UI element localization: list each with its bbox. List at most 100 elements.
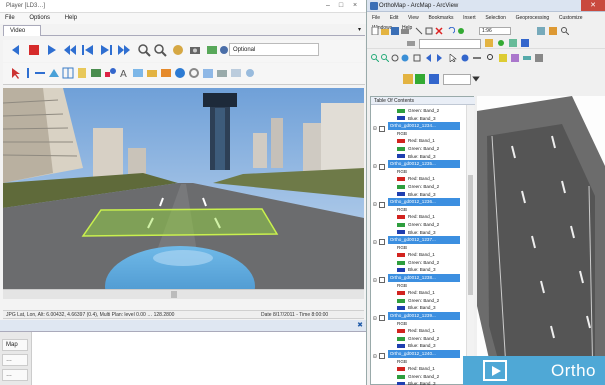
- search-icon[interactable]: [561, 27, 569, 35]
- toc-band-item[interactable]: Green: Band_2: [373, 183, 465, 191]
- forward-icon[interactable]: [435, 54, 443, 62]
- side-button-2[interactable]: …: [2, 354, 28, 366]
- catalog-icon[interactable]: [549, 27, 557, 35]
- document-icon[interactable]: [75, 66, 89, 80]
- area-measure-icon[interactable]: [47, 66, 61, 80]
- toc-band-item[interactable]: Blue: Band_3: [373, 153, 465, 161]
- pan-icon[interactable]: [391, 54, 399, 62]
- menu-item-geoprocessing[interactable]: Geoprocessing: [516, 15, 550, 21]
- undo-icon[interactable]: [447, 27, 455, 35]
- find-icon[interactable]: [487, 54, 495, 62]
- menu-item-insert[interactable]: Insert: [463, 15, 476, 21]
- menu-item-bookmarks[interactable]: Bookmarks: [428, 15, 453, 21]
- toc-band-item[interactable]: Red: Band_1: [373, 137, 465, 145]
- zoom-out-icon[interactable]: [381, 54, 389, 62]
- folder-icon[interactable]: [145, 66, 159, 80]
- stop-icon[interactable]: [27, 43, 41, 57]
- toc-text-item[interactable]: RGB: [373, 168, 465, 176]
- close-icon[interactable]: ×: [350, 2, 360, 10]
- help-icon[interactable]: [243, 66, 257, 80]
- menu-item-file[interactable]: File: [372, 15, 380, 21]
- measure-icon[interactable]: [473, 54, 481, 62]
- side-button-map[interactable]: Map: [2, 339, 28, 351]
- photo-icon[interactable]: [229, 66, 243, 80]
- layer-label[interactable]: Ortho_gd0012_1239...: [387, 312, 460, 320]
- fast-forward-icon[interactable]: [117, 43, 131, 57]
- image-icon[interactable]: [131, 66, 145, 80]
- next-frame-icon[interactable]: [99, 43, 113, 57]
- chevron-down-icon[interactable]: [471, 74, 481, 84]
- layer-label[interactable]: Ortho_gd0012_1240...: [387, 350, 460, 358]
- layer-label[interactable]: Ortho_gd0012_1237...: [387, 236, 460, 244]
- select-icon[interactable]: [449, 54, 457, 62]
- menu-item-options[interactable]: Options: [29, 15, 50, 21]
- draw-rect-icon[interactable]: [415, 74, 425, 84]
- shapes-icon[interactable]: [103, 66, 117, 80]
- zoom-in-icon[interactable]: [371, 54, 379, 62]
- hyperlink-icon[interactable]: [499, 54, 507, 62]
- camera-settings-icon[interactable]: [215, 66, 229, 80]
- timeline-scrollbar[interactable]: [3, 289, 364, 299]
- prev-frame-icon[interactable]: [81, 43, 95, 57]
- toc-band-item[interactable]: Green: Band_2: [373, 259, 465, 267]
- fit-icon[interactable]: [485, 39, 493, 47]
- close-icon[interactable]: ✕: [581, 0, 605, 11]
- video-frame[interactable]: [3, 88, 364, 289]
- export-icon[interactable]: [159, 66, 173, 80]
- maximize-icon[interactable]: □: [336, 2, 346, 10]
- rewind-icon[interactable]: [63, 43, 77, 57]
- menu-item-help[interactable]: Help: [65, 15, 77, 21]
- toc-text-item[interactable]: RGB: [373, 282, 465, 290]
- toc-band-item[interactable]: Red: Band_1: [373, 175, 465, 183]
- timeline-thumb[interactable]: [171, 291, 177, 298]
- toc-band-item[interactable]: Green: Band_2: [373, 145, 465, 153]
- toc-text-item[interactable]: RGB: [373, 358, 465, 366]
- map-view[interactable]: [477, 96, 605, 385]
- menu-item-file[interactable]: File: [5, 15, 15, 21]
- back-icon[interactable]: [425, 54, 433, 62]
- video-badge[interactable]: Ortho: [463, 356, 605, 385]
- toc-text-item[interactable]: RGB: [373, 206, 465, 214]
- toc-band-item[interactable]: Red: Band_1: [373, 365, 465, 373]
- identify-icon[interactable]: [461, 54, 469, 62]
- toc-layer-item[interactable]: ⊟Ortho_gd0012_1237...: [373, 236, 465, 246]
- font-dropdown[interactable]: [443, 74, 471, 85]
- toc-text-item[interactable]: RGB: [373, 244, 465, 252]
- editor-icon[interactable]: [537, 27, 545, 35]
- html-popup-icon[interactable]: [511, 54, 519, 62]
- viewer-icon[interactable]: [535, 54, 543, 62]
- toc-layer-item[interactable]: ⊟Ortho_gd0012_1239...: [373, 312, 465, 322]
- toc-band-item[interactable]: Red: Band_1: [373, 327, 465, 335]
- pan-icon[interactable]: [171, 43, 185, 57]
- horizontal-measure-icon[interactable]: [33, 66, 47, 80]
- toc-band-item[interactable]: Blue: Band_3: [373, 342, 465, 350]
- speed-select[interactable]: Optional: [229, 43, 319, 56]
- toc-band-item[interactable]: Red: Band_1: [373, 251, 465, 259]
- toc-band-item[interactable]: Green: Band_2: [373, 107, 465, 115]
- globe-icon[interactable]: [173, 66, 187, 80]
- toc-band-item[interactable]: Green: Band_2: [373, 297, 465, 305]
- toc-band-item[interactable]: Blue: Band_3: [373, 229, 465, 237]
- gps-icon[interactable]: [187, 66, 201, 80]
- toc-text-item[interactable]: RGB: [373, 130, 465, 138]
- grid-icon[interactable]: [61, 66, 75, 80]
- side-button-3[interactable]: …: [2, 369, 28, 381]
- delete-icon[interactable]: [435, 27, 443, 35]
- draw-select-icon[interactable]: [403, 74, 413, 84]
- layer-dropdown[interactable]: [419, 39, 481, 49]
- time-slider-icon[interactable]: [523, 54, 531, 62]
- pin-icon[interactable]: ✖: [357, 321, 363, 329]
- toc-band-item[interactable]: Blue: Band_3: [373, 266, 465, 274]
- play-icon[interactable]: [483, 360, 507, 381]
- open-icon[interactable]: [381, 27, 389, 35]
- toc-scrollbar[interactable]: [466, 105, 474, 385]
- menu-item-edit[interactable]: Edit: [390, 15, 399, 21]
- calendar-icon[interactable]: [201, 66, 215, 80]
- full-extent-icon[interactable]: [401, 54, 409, 62]
- tab-video[interactable]: Video: [3, 25, 41, 36]
- toc-band-item[interactable]: Blue: Band_3: [373, 380, 465, 385]
- text-tool-icon[interactable]: A: [117, 66, 131, 80]
- toc-text-item[interactable]: RGB: [373, 320, 465, 328]
- layer-label[interactable]: Ortho_gd0012_1236...: [387, 198, 460, 206]
- add-data-icon[interactable]: [457, 27, 465, 35]
